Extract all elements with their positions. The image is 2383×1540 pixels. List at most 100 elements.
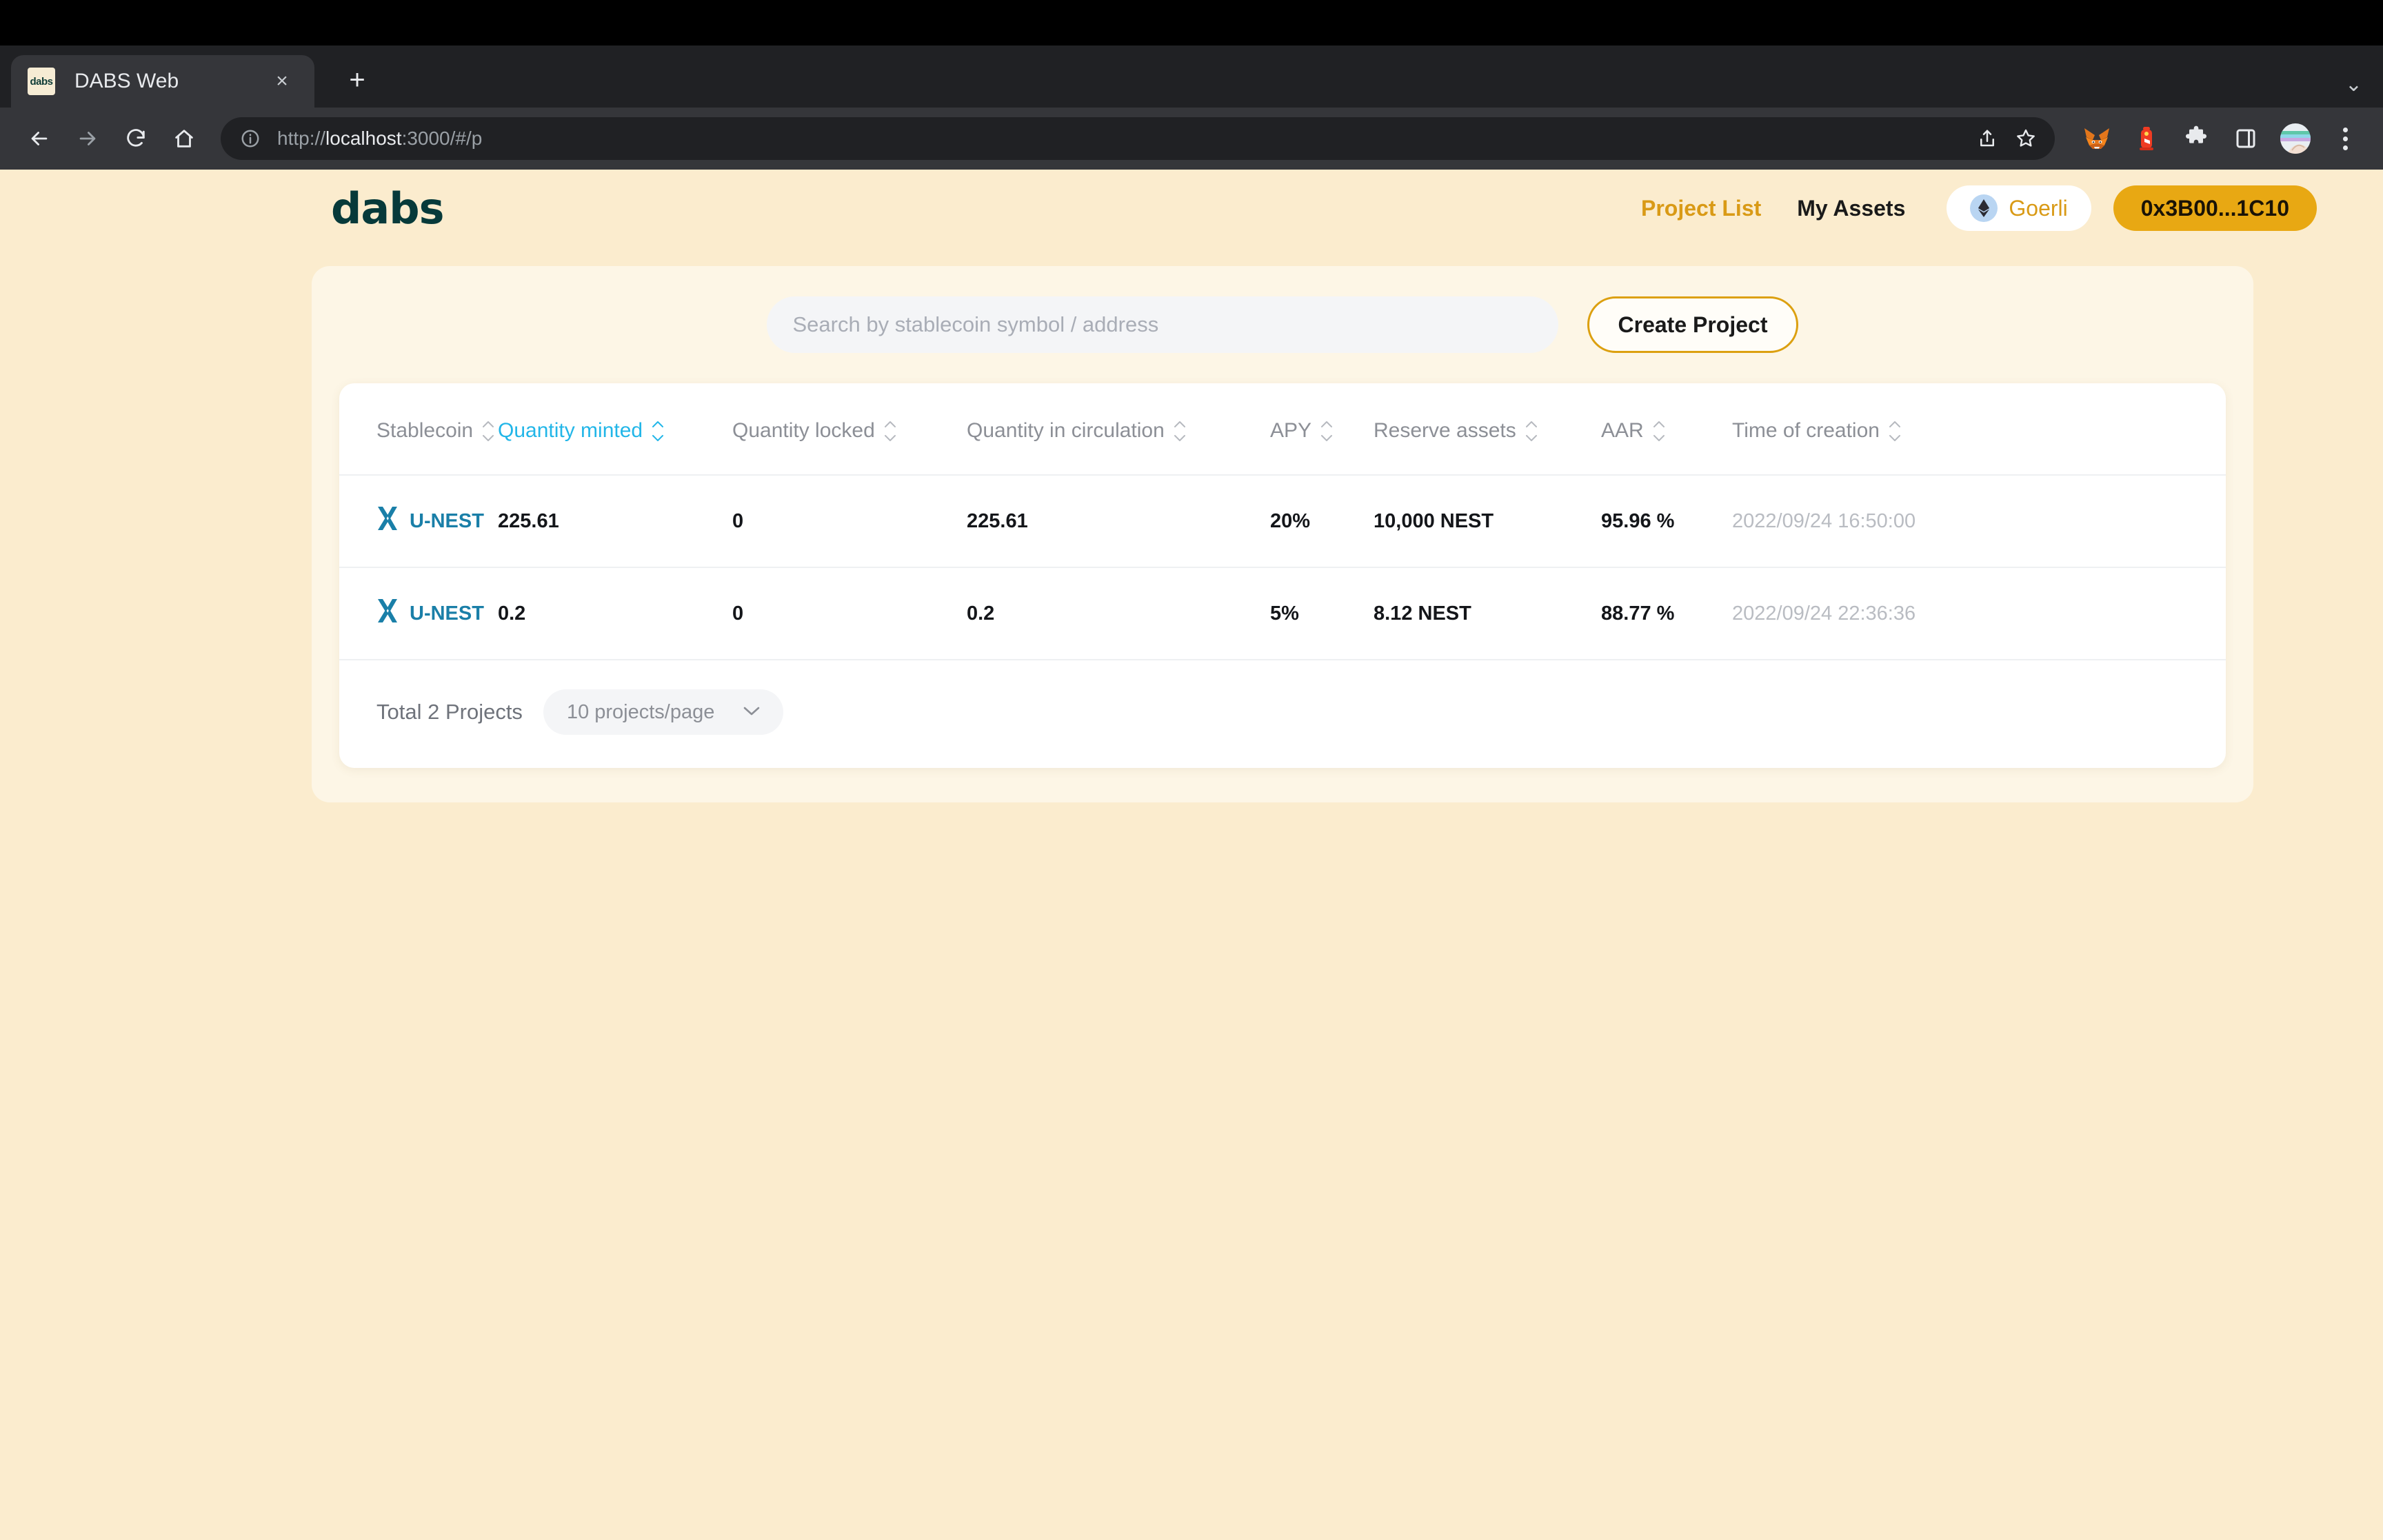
browser-menu-icon[interactable] <box>2325 119 2365 159</box>
content-panel: Create Project Stablecoin <box>312 266 2253 802</box>
table-row[interactable]: U-NEST 225.61 0 225.61 20% 10,000 NEST 9… <box>339 474 2226 567</box>
ethereum-icon <box>1970 194 1998 222</box>
window-titlebar <box>0 0 2383 45</box>
reload-icon[interactable] <box>114 117 157 160</box>
cell-time-of-creation: 2022/09/24 16:50:00 <box>1732 474 2226 567</box>
browser-window: dabs DABS Web × + ⌄ http://localhost:300… <box>0 0 2383 1540</box>
forward-icon[interactable] <box>66 117 109 160</box>
cell-aar: 95.96 % <box>1601 474 1732 567</box>
network-selector[interactable]: Goerli <box>1947 185 2091 231</box>
table-header-row: Stablecoin Quantity minted Quantity lock… <box>339 383 2226 475</box>
main-nav: Project List My Assets Goerli 0x3B00...1… <box>1623 185 2317 231</box>
column-label: Quantity locked <box>732 419 875 442</box>
cell-quantity-locked: 0 <box>732 474 967 567</box>
app-header: dabs Project List My Assets Goerli 0x3B0… <box>0 170 2383 247</box>
stablecoin-name: U-NEST <box>410 602 484 625</box>
url-host: localhost <box>325 128 402 149</box>
column-header-apy[interactable]: APY <box>1270 383 1374 475</box>
cell-aar: 88.77 % <box>1601 567 1732 659</box>
home-icon[interactable] <box>163 117 205 160</box>
column-header-quantity-locked[interactable]: Quantity locked <box>732 383 967 475</box>
cell-stablecoin: U-NEST <box>339 567 498 659</box>
cell-reserve-assets: 10,000 NEST <box>1374 474 1601 567</box>
browser-tab[interactable]: dabs DABS Web × <box>11 55 314 108</box>
favicon: dabs <box>28 68 55 95</box>
cell-reserve-assets: 8.12 NEST <box>1374 567 1601 659</box>
metamask-extension-icon[interactable] <box>2077 119 2117 159</box>
table-head: Stablecoin Quantity minted Quantity lock… <box>339 383 2226 475</box>
unest-token-icon <box>376 597 400 630</box>
side-panel-icon[interactable] <box>2226 119 2266 159</box>
web-page: dabs Project List My Assets Goerli 0x3B0… <box>0 170 2383 1540</box>
sort-arrows-icon[interactable] <box>1173 421 1187 442</box>
back-icon[interactable] <box>18 117 61 160</box>
table-body: U-NEST 225.61 0 225.61 20% 10,000 NEST 9… <box>339 474 2226 659</box>
browser-toolbar: http://localhost:3000/#/p <box>0 108 2383 170</box>
share-icon[interactable] <box>1968 119 2007 158</box>
sort-arrows-icon[interactable] <box>883 421 897 442</box>
cell-quantity-minted: 225.61 <box>498 474 732 567</box>
tab-title: DABS Web <box>74 70 179 92</box>
url-scheme: http:// <box>277 128 326 149</box>
extension-icons <box>2067 119 2365 159</box>
page-size-label: 10 projects/page <box>566 700 715 723</box>
browser-tabstrip: dabs DABS Web × + ⌄ <box>0 45 2383 108</box>
table-row[interactable]: U-NEST 0.2 0 0.2 5% 8.12 NEST 88.77 % 20… <box>339 567 2226 659</box>
page-size-select[interactable]: 10 projects/page <box>543 689 784 735</box>
column-header-quantity-minted[interactable]: Quantity minted <box>498 383 732 475</box>
nav-item-my-assets[interactable]: My Assets <box>1779 196 1923 221</box>
omnibox-actions <box>1968 119 2045 158</box>
column-header-stablecoin[interactable]: Stablecoin <box>339 383 498 475</box>
site-info-icon[interactable] <box>239 127 262 150</box>
cell-quantity-in-circulation: 0.2 <box>967 567 1270 659</box>
cell-apy: 5% <box>1270 567 1374 659</box>
column-label: Stablecoin <box>376 419 474 442</box>
cell-stablecoin: U-NEST <box>339 474 498 567</box>
wallet-address-button[interactable]: 0x3B00...1C10 <box>2113 185 2317 231</box>
url-text: http://localhost:3000/#/p <box>277 128 482 150</box>
column-header-time-of-creation[interactable]: Time of creation <box>1732 383 2226 475</box>
toolbar-row: Create Project <box>339 296 2226 353</box>
sort-arrows-icon[interactable] <box>1525 421 1538 442</box>
column-label: Quantity minted <box>498 419 643 442</box>
sort-arrows-icon[interactable] <box>651 421 665 442</box>
close-icon[interactable]: × <box>266 65 298 97</box>
total-projects-label: Total 2 Projects <box>376 700 523 724</box>
cell-quantity-in-circulation: 225.61 <box>967 474 1270 567</box>
chevron-down-icon <box>742 705 761 720</box>
table-footer: Total 2 Projects 10 projects/page <box>339 659 2226 768</box>
search-input[interactable] <box>766 296 1558 353</box>
unest-token-icon <box>376 505 400 538</box>
column-label: APY <box>1270 419 1312 442</box>
address-bar[interactable]: http://localhost:3000/#/p <box>221 117 2055 160</box>
chevron-down-icon[interactable]: ⌄ <box>2345 72 2362 97</box>
column-label: AAR <box>1601 419 1644 442</box>
projects-table: Stablecoin Quantity minted Quantity lock… <box>339 383 2226 659</box>
sort-arrows-icon[interactable] <box>1652 421 1666 442</box>
cell-quantity-minted: 0.2 <box>498 567 732 659</box>
sort-arrows-icon[interactable] <box>1888 421 1902 442</box>
profile-avatar[interactable] <box>2275 119 2315 159</box>
new-tab-button[interactable]: + <box>338 61 376 99</box>
sort-arrows-icon[interactable] <box>481 421 495 442</box>
cell-quantity-locked: 0 <box>732 567 967 659</box>
column-label: Reserve assets <box>1374 419 1516 442</box>
cell-apy: 20% <box>1270 474 1374 567</box>
create-project-button[interactable]: Create Project <box>1587 296 1799 353</box>
stablecoin-name: U-NEST <box>410 509 484 532</box>
column-header-quantity-in-circulation[interactable]: Quantity in circulation <box>967 383 1270 475</box>
extensions-puzzle-icon[interactable] <box>2176 119 2216 159</box>
nav-item-project-list[interactable]: Project List <box>1623 196 1779 221</box>
column-header-reserve-assets[interactable]: Reserve assets <box>1374 383 1601 475</box>
url-path: :3000/#/p <box>401 128 483 149</box>
column-label: Quantity in circulation <box>967 419 1165 442</box>
projects-card: Stablecoin Quantity minted Quantity lock… <box>339 383 2226 768</box>
column-header-aar[interactable]: AAR <box>1601 383 1732 475</box>
bookmark-star-icon[interactable] <box>2007 119 2045 158</box>
network-name: Goerli <box>2009 195 2068 221</box>
cell-time-of-creation: 2022/09/24 22:36:36 <box>1732 567 2226 659</box>
app-logo[interactable]: dabs <box>331 183 445 234</box>
sort-arrows-icon[interactable] <box>1320 421 1334 442</box>
column-label: Time of creation <box>1732 419 1880 442</box>
hydrant-extension-icon[interactable] <box>2126 119 2166 159</box>
